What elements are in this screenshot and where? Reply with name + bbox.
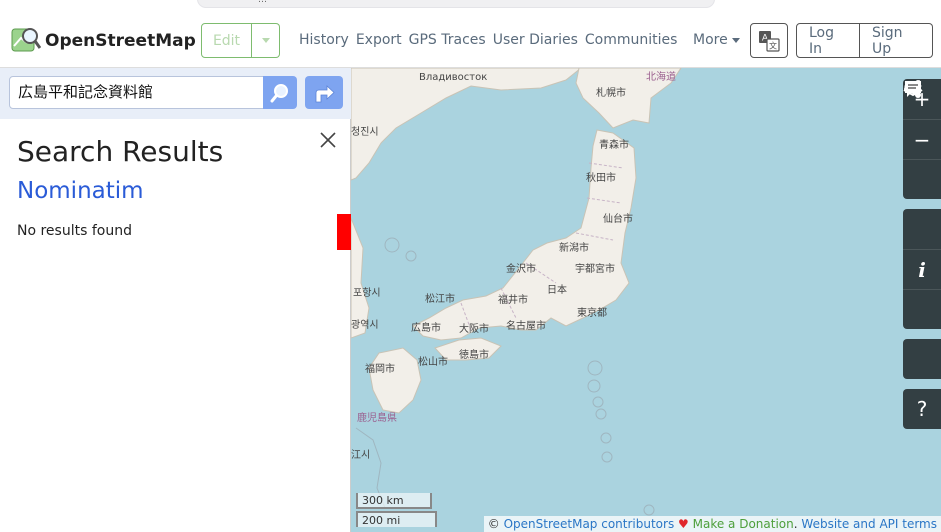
scale-km: 300 km [356, 493, 432, 509]
map-label: 청진시 [351, 127, 379, 138]
contributors-link[interactable]: OpenStreetMap contributors [504, 517, 675, 531]
map-label: 松山市 [418, 357, 448, 368]
layer-controls: i [903, 80, 941, 329]
map-label: 福岡市 [365, 364, 395, 375]
no-results-message: No results found [17, 223, 132, 239]
map-label: 新潟市 [559, 243, 589, 254]
map-controls: + − i ? [903, 79, 941, 439]
notes-controls [903, 81, 941, 379]
map-label: 江시 [351, 450, 371, 461]
red-marker-tab [337, 214, 351, 250]
map-label: 宇都宮市 [575, 264, 615, 275]
attrib-separator: . [793, 517, 798, 531]
search-button[interactable] [263, 76, 297, 109]
scale-mi: 200 mi [356, 511, 437, 527]
nav-export[interactable]: Export [356, 32, 402, 48]
comment-icon [905, 81, 921, 97]
svg-text:文: 文 [769, 40, 777, 50]
map-label: 秋田市 [586, 173, 616, 184]
nav-user-diaries[interactable]: User Diaries [493, 32, 578, 48]
language-button[interactable]: A 文 [750, 23, 788, 58]
map-label: 金沢市 [506, 264, 536, 275]
osm-logo-icon[interactable] [11, 26, 41, 54]
results-title: Search Results [17, 135, 224, 168]
map-label: 広島市 [411, 323, 441, 334]
nav-history[interactable]: History [299, 32, 349, 48]
map-label: 福井市 [498, 295, 528, 306]
map-key-button[interactable]: i [903, 249, 941, 289]
provider-link-nominatim[interactable]: Nominatim [17, 178, 144, 204]
close-icon[interactable] [318, 130, 338, 150]
terms-link[interactable]: Website and API terms [801, 517, 937, 531]
map-label: 포항시 [353, 288, 381, 299]
help-button[interactable]: ? [903, 389, 941, 429]
map-label: 광역시 [351, 320, 379, 331]
map-label: 北海道 [646, 72, 676, 83]
add-note-button[interactable] [903, 81, 941, 379]
map-label: 鹿児島県 [357, 413, 397, 424]
map-label: 松江市 [425, 294, 455, 305]
edit-button[interactable]: Edit [201, 23, 252, 58]
map-label: Владивосток [419, 72, 488, 83]
auth-buttons: Log In Sign Up [796, 23, 933, 58]
map-label: 徳島市 [459, 350, 489, 361]
directions-icon [315, 84, 335, 102]
site-header: OpenStreetMap Edit History Export GPS Tr… [0, 12, 941, 68]
signup-button[interactable]: Sign Up [860, 23, 933, 58]
search-input[interactable]: 広島平和記念資料館 [9, 76, 264, 109]
more-menu[interactable]: More [693, 32, 740, 48]
map-label: 青森市 [599, 140, 629, 151]
sidebar: 広島平和記念資料館 Search Results Nominatim No re… [0, 68, 351, 532]
zoom-out-button[interactable]: − [903, 119, 941, 159]
map-label: 名古屋市 [506, 321, 546, 332]
info-icon: i [918, 257, 926, 282]
donate-link[interactable]: Make a Donation [693, 517, 794, 531]
attribution: © OpenStreetMap contributors ♥ Make a Do… [483, 516, 941, 532]
edit-button-group: Edit [201, 23, 280, 58]
url-text: … [258, 0, 267, 5]
nav-communities[interactable]: Communities [585, 32, 678, 48]
map-label: 札幌市 [596, 88, 626, 99]
login-button[interactable]: Log In [796, 23, 860, 58]
copyright-symbol: © [487, 517, 500, 531]
browser-top-strip: … [0, 0, 941, 12]
map-label: 大阪市 [459, 324, 489, 335]
map-label: 東京都 [577, 308, 607, 319]
layers-button[interactable] [903, 81, 941, 249]
edit-dropdown-toggle[interactable] [252, 23, 280, 58]
help-controls: ? [903, 389, 941, 429]
map-label: 日本 [547, 285, 567, 296]
map-label: 仙台市 [603, 214, 633, 225]
map-view[interactable]: Владивосток 札幌市 北海道 청진시 青森市秋田市仙台市新潟市金沢市 宇都宮市日… [351, 68, 941, 532]
directions-button[interactable] [305, 76, 343, 109]
heart-icon: ♥ [678, 517, 689, 531]
magnifier-icon [270, 83, 288, 102]
browser-url-bar[interactable]: … [197, 0, 715, 8]
translate-icon: A 文 [759, 30, 780, 52]
primary-nav: History Export GPS Traces User Diaries C… [299, 32, 684, 48]
share-button[interactable] [903, 80, 941, 329]
search-bar: 広島平和記念資料館 [0, 68, 351, 119]
nav-gps-traces[interactable]: GPS Traces [409, 32, 486, 48]
locate-button[interactable] [903, 80, 941, 199]
brand-name[interactable]: OpenStreetMap [45, 31, 196, 51]
